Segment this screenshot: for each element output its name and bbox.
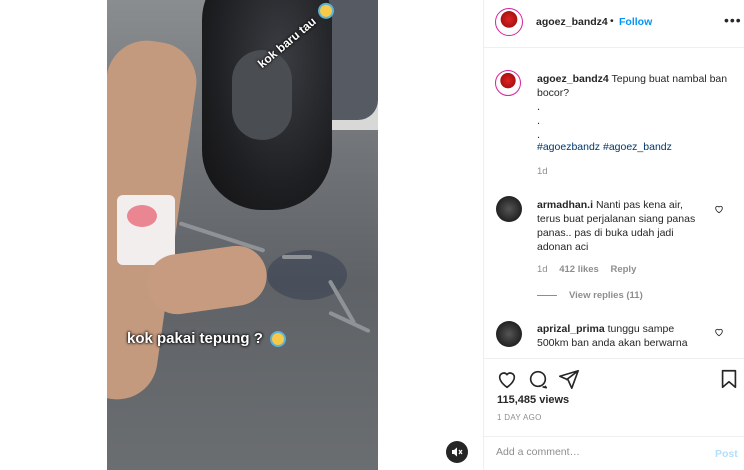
video-overlay-middle-text: kok pakai tepung ? <box>127 330 263 347</box>
divider-line <box>537 294 557 296</box>
add-comment-bar: Post <box>484 436 744 470</box>
post-timestamp: 1 DAY AGO <box>497 413 542 422</box>
comment-text: armadhan.i Nanti pas kena air, terus bua… <box>537 198 702 254</box>
caption-hashtags[interactable]: #agoezbandz #agoez_bandz <box>537 141 672 153</box>
reply-button[interactable]: Reply <box>610 264 636 275</box>
caption-dot: . <box>537 129 541 141</box>
video-tool <box>282 255 312 259</box>
separator-dot: • <box>610 15 614 27</box>
media-area: kok baru tau kok pakai tepung ? <box>0 0 483 470</box>
comment-likes[interactable]: 412 likes <box>559 264 599 275</box>
speaker-muted-icon <box>452 447 463 457</box>
video-overlay-middle: kok pakai tepung ? <box>127 330 287 348</box>
instagram-post-modal: kok baru tau kok pakai tepung ? agoez_ba… <box>0 0 744 470</box>
post-header: agoez_bandz4 • Follow ••• <box>484 0 744 48</box>
heart-icon[interactable] <box>496 368 518 390</box>
comment-timestamp: 1d <box>537 264 548 275</box>
shocked-face-icon <box>270 331 287 348</box>
caption-dot: . <box>537 115 541 127</box>
avatar[interactable] <box>496 321 522 347</box>
heart-icon[interactable] <box>714 204 724 214</box>
bookmark-icon[interactable] <box>718 368 740 390</box>
heart-icon[interactable] <box>714 327 724 337</box>
view-count[interactable]: 115,485 views <box>497 394 569 406</box>
add-comment-input[interactable] <box>496 446 696 458</box>
comments-list[interactable]: agoez_bandz4 Tepung buat nambal ban boco… <box>484 48 744 358</box>
comment-text: aprizal_prima tunggu sampe 500km ban and… <box>537 322 702 350</box>
comment-username[interactable]: armadhan.i <box>537 199 593 211</box>
follow-button[interactable]: Follow <box>619 16 652 28</box>
caption-username[interactable]: agoez_bandz4 <box>537 73 609 85</box>
video-bag-logo <box>127 205 157 227</box>
comment-icon[interactable] <box>527 368 549 390</box>
avatar[interactable] <box>496 196 522 222</box>
post-actions: 115,485 views 1 DAY AGO <box>484 358 744 436</box>
comment-meta: 1d 412 likes Reply <box>537 264 645 275</box>
caption-dot: . <box>537 101 541 113</box>
view-replies-button[interactable]: View replies (11) <box>537 290 643 301</box>
header-username[interactable]: agoez_bandz4 <box>536 16 608 28</box>
post-comment-button[interactable]: Post <box>715 448 738 460</box>
avatar[interactable] <box>495 8 523 36</box>
mute-button[interactable] <box>446 441 468 463</box>
caption-timestamp: 1d <box>537 166 548 177</box>
comment-username[interactable]: aprizal_prima <box>537 323 605 335</box>
post-video[interactable]: kok baru tau kok pakai tepung ? <box>107 0 378 470</box>
post-side-panel: agoez_bandz4 • Follow ••• agoez_bandz4 T… <box>483 0 744 470</box>
share-icon[interactable] <box>558 368 580 390</box>
more-options-icon[interactable]: ••• <box>724 12 742 28</box>
view-replies-label: View replies (11) <box>569 290 643 301</box>
avatar[interactable] <box>495 70 521 96</box>
caption-text: agoez_bandz4 Tepung buat nambal ban boco… <box>537 72 737 100</box>
